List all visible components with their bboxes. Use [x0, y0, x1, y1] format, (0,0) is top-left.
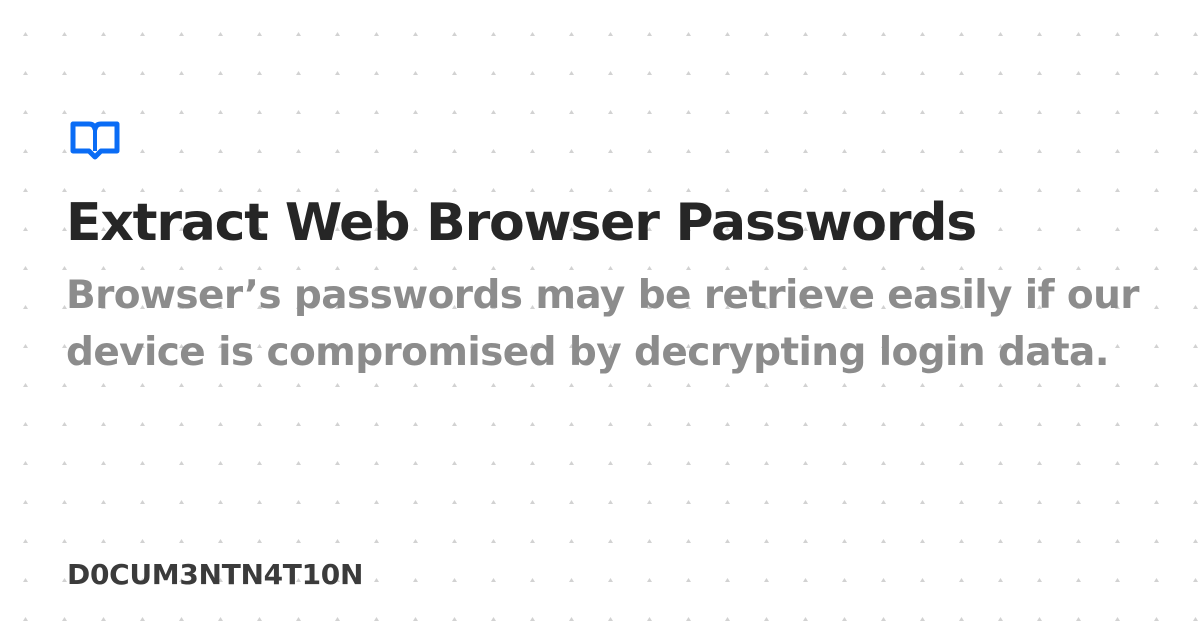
page-description: Browser’s passwords may be retrieve easi… [66, 273, 1140, 375]
site-name: D0CUM3NTN4T10N [67, 558, 364, 591]
book-icon [68, 120, 122, 162]
page-title: Extract Web Browser Passwords [66, 193, 977, 253]
